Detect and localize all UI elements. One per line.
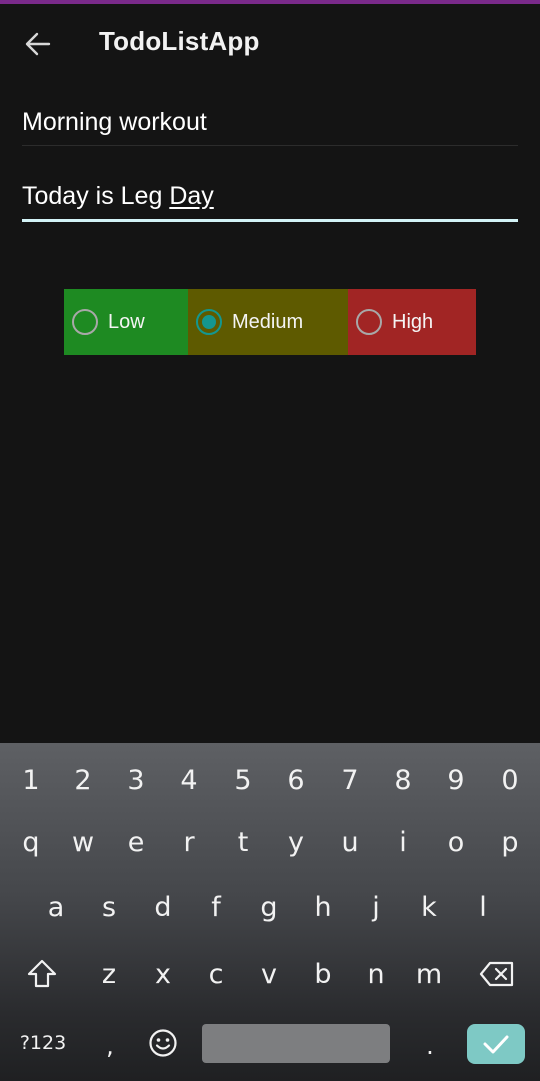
key-o[interactable]: o: [433, 817, 479, 867]
key-7[interactable]: 7: [327, 757, 373, 803]
key-s[interactable]: s: [86, 882, 132, 932]
key-2[interactable]: 2: [60, 757, 106, 803]
symbols-key[interactable]: ?123: [10, 1021, 76, 1065]
title-field[interactable]: Morning workout: [22, 108, 518, 146]
description-text: Today is Leg: [22, 182, 170, 210]
emoji-key[interactable]: [140, 1021, 186, 1065]
key-d[interactable]: d: [140, 882, 186, 932]
key-1[interactable]: 1: [8, 757, 54, 803]
key-y[interactable]: y: [273, 817, 319, 867]
key-n[interactable]: n: [353, 949, 399, 999]
shift-key[interactable]: [18, 949, 66, 999]
key-a[interactable]: a: [33, 882, 79, 932]
key-3[interactable]: 3: [113, 757, 159, 803]
period-key[interactable]: .: [410, 1021, 450, 1071]
priority-medium-label: Medium: [232, 310, 304, 333]
key-e[interactable]: e: [113, 817, 159, 867]
arrow-left-icon: [25, 32, 51, 56]
enter-key[interactable]: [467, 1024, 525, 1064]
key-4[interactable]: 4: [166, 757, 212, 803]
key-c[interactable]: c: [193, 949, 239, 999]
priority-high-option[interactable]: High: [348, 289, 476, 355]
priority-low-label: Low: [108, 310, 145, 333]
key-b[interactable]: b: [300, 949, 346, 999]
key-6[interactable]: 6: [273, 757, 319, 803]
comma-key[interactable]: ,: [90, 1021, 130, 1071]
key-w[interactable]: w: [60, 817, 106, 867]
key-0[interactable]: 0: [487, 757, 533, 803]
radio-checked-icon: [196, 309, 222, 335]
app-bar: TodoListApp: [0, 4, 540, 82]
priority-low-option[interactable]: Low: [64, 289, 188, 355]
app-title: TodoListApp: [99, 26, 260, 56]
key-i[interactable]: i: [380, 817, 426, 867]
radio-unchecked-icon: [72, 309, 98, 335]
description-field-value: Today is Leg Day: [22, 182, 518, 219]
key-p[interactable]: p: [487, 817, 533, 867]
key-z[interactable]: z: [86, 949, 132, 999]
description-composing-word: Day: [169, 182, 214, 210]
priority-medium-option[interactable]: Medium: [188, 289, 348, 355]
soft-keyboard: 1 2 3 4 5 6 7 8 9 0 q w e r t y u i o p …: [0, 743, 540, 1081]
space-key[interactable]: [202, 1024, 390, 1063]
key-v[interactable]: v: [246, 949, 292, 999]
emoji-icon: [149, 1029, 177, 1057]
key-8[interactable]: 8: [380, 757, 426, 803]
key-5[interactable]: 5: [220, 757, 266, 803]
key-m[interactable]: m: [406, 949, 452, 999]
key-x[interactable]: x: [140, 949, 186, 999]
key-k[interactable]: k: [406, 882, 452, 932]
key-9[interactable]: 9: [433, 757, 479, 803]
priority-radio-group: Low Medium High: [64, 289, 476, 355]
back-button[interactable]: [14, 20, 62, 68]
key-l[interactable]: l: [460, 882, 506, 932]
key-j[interactable]: j: [353, 882, 399, 932]
title-field-value: Morning workout: [22, 108, 207, 136]
key-q[interactable]: q: [8, 817, 54, 867]
description-field-underline-active: [22, 219, 518, 222]
key-h[interactable]: h: [300, 882, 346, 932]
backspace-icon: [479, 961, 514, 987]
key-g[interactable]: g: [246, 882, 292, 932]
title-field-underline: [22, 145, 518, 146]
radio-unchecked-icon: [356, 309, 382, 335]
check-icon: [483, 1035, 509, 1054]
key-t[interactable]: t: [220, 817, 266, 867]
key-u[interactable]: u: [327, 817, 373, 867]
priority-high-label: High: [392, 310, 434, 333]
backspace-key[interactable]: [470, 949, 524, 999]
key-f[interactable]: f: [193, 882, 239, 932]
description-field[interactable]: Today is Leg Day: [22, 182, 518, 222]
shift-icon: [27, 959, 57, 988]
key-r[interactable]: r: [166, 817, 212, 867]
